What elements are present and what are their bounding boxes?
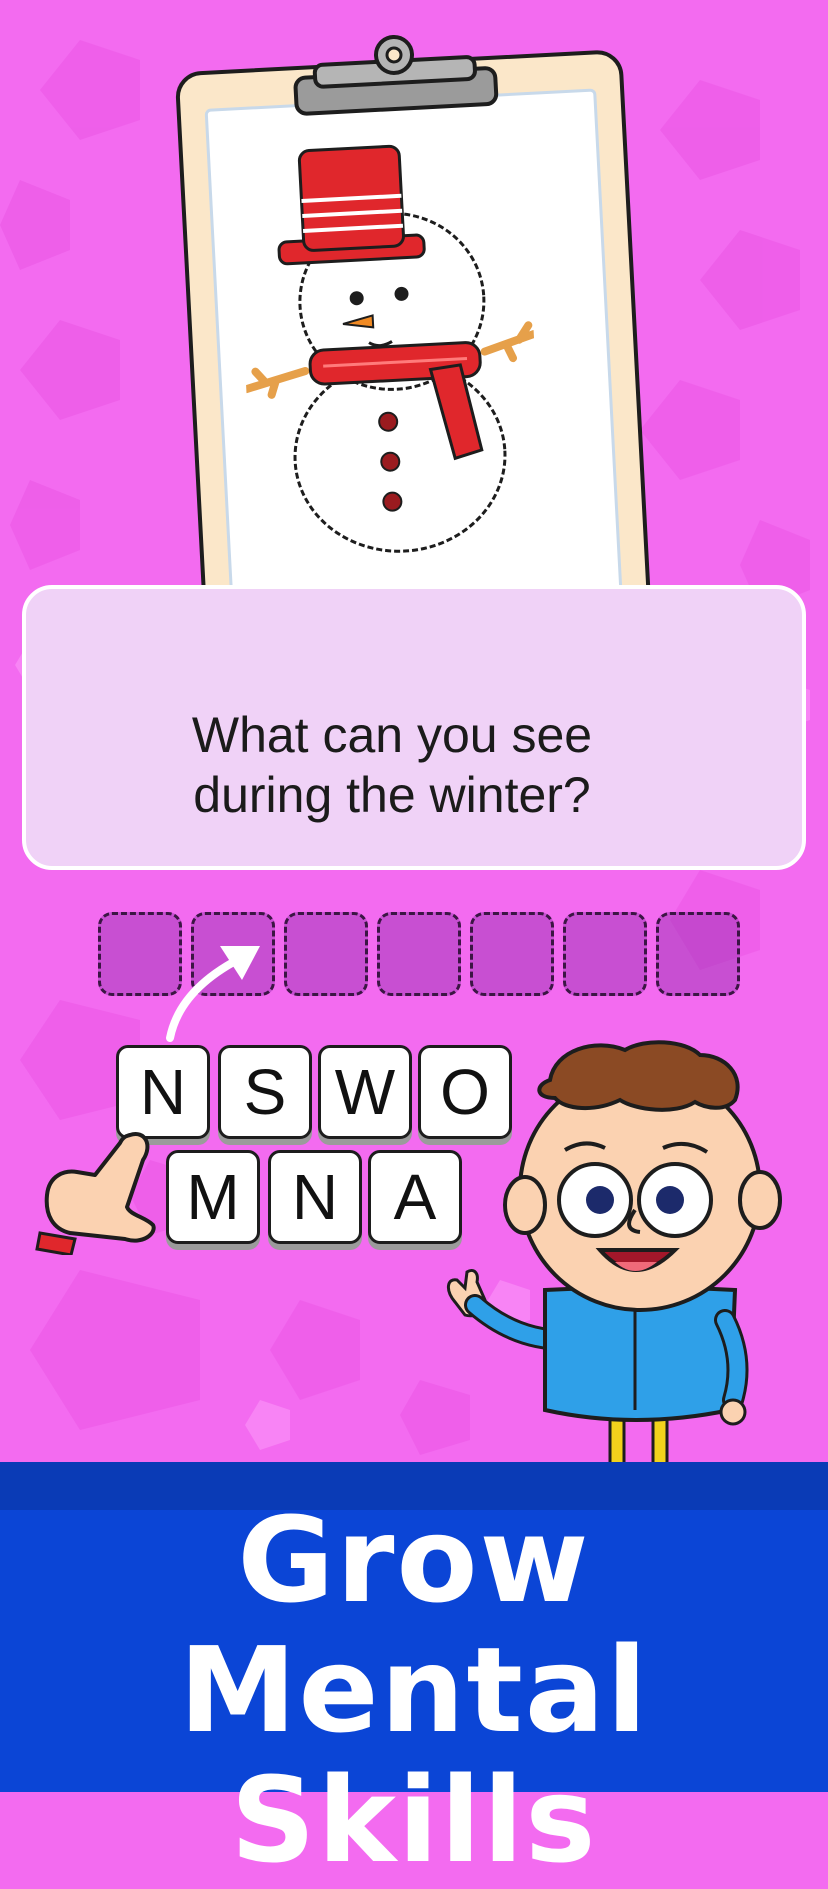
letter-tile[interactable]: S [218,1045,312,1139]
question-line-2: during the winter? [193,767,591,823]
snowman-illustration [242,144,538,553]
headline-line-1: Grow Mental [179,1491,649,1759]
letter-tile[interactable]: N [268,1150,362,1244]
question-text: What can you see during the winter? [0,705,784,825]
question-line-1: What can you see [191,707,593,763]
headline-line-2: Skills [230,1751,598,1889]
letter-tile[interactable]: M [166,1150,260,1244]
answer-slot-5[interactable] [470,912,554,996]
answer-slot-6[interactable] [563,912,647,996]
letter-tile[interactable]: W [318,1045,412,1139]
clip-icon [293,34,499,116]
answer-slot-7[interactable] [656,912,740,996]
answer-slot-4[interactable] [377,912,461,996]
headline: Grow Mental Skills [0,1495,828,1885]
kid-character [447,1040,782,1470]
answer-slot-3[interactable] [284,912,368,996]
arrow-icon [166,946,260,1042]
pointing-hand-icon [35,1132,156,1255]
